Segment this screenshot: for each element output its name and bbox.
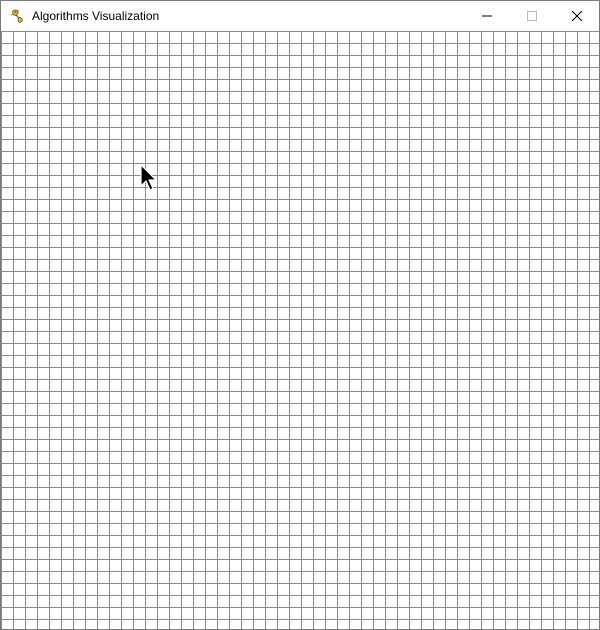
grid[interactable] <box>1 31 599 629</box>
maximize-button[interactable] <box>509 1 554 31</box>
maximize-icon <box>526 11 537 21</box>
title-bar[interactable]: Algorithms Visualization <box>1 1 599 31</box>
app-window: Algorithms Visualization <box>0 0 600 630</box>
minimize-button[interactable] <box>464 1 509 31</box>
close-button[interactable] <box>554 1 599 31</box>
close-icon <box>571 10 582 22</box>
caption-buttons <box>464 1 599 31</box>
pygame-snake-icon <box>10 8 26 24</box>
minimize-icon <box>481 15 492 17</box>
window-title: Algorithms Visualization <box>32 9 160 23</box>
visualization-canvas[interactable] <box>1 31 599 629</box>
